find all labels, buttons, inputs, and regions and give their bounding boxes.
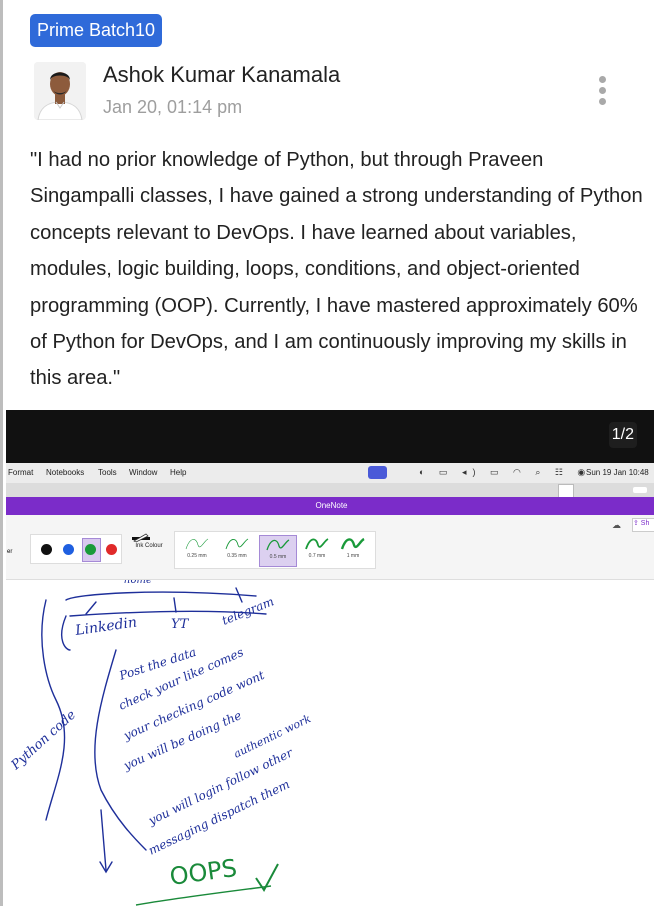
post-date: Jan 20, 01:14 pm — [103, 97, 243, 117]
image-counter: 1/2 — [608, 422, 637, 448]
svg-text:OOPS: OOPS — [168, 854, 239, 891]
svg-text:Linkedin: Linkedin — [73, 614, 138, 639]
sidebar-icon — [558, 484, 574, 498]
pen-red — [106, 544, 117, 555]
menu-format: Format — [8, 468, 34, 477]
menu-help: Help — [170, 468, 187, 477]
screen-share-icon — [368, 466, 387, 479]
svg-text:Python code: Python code — [8, 707, 79, 773]
avatar[interactable] — [34, 62, 86, 120]
author-name[interactable]: Ashok Kumar Kanamala — [103, 62, 340, 88]
svg-text:YT: YT — [171, 617, 190, 632]
menubar-clock: Sun 19 Jan 10:48 — [586, 468, 649, 477]
thickness-05: 0.5 mm — [259, 535, 297, 567]
window-chrome — [6, 483, 654, 498]
handwritten-notes: home Linkedin YT telegram Python code Po… — [8, 580, 313, 906]
ink-colour-label: Ink Colour — [135, 543, 163, 549]
ink-colour-icon — [132, 529, 150, 543]
post-card: Prime Batch10 Ashok Kumar Kanamala Jan 2… — [0, 0, 654, 906]
thickness-07: 0.7 mm — [299, 535, 335, 565]
menu-notebooks: Notebooks — [46, 468, 85, 477]
thickness-025: 0.25 mm — [179, 535, 215, 565]
share-icon: ⇪ Sh — [632, 518, 654, 532]
batch-badge: Prime Batch10 — [30, 14, 163, 47]
pen-black — [41, 544, 52, 555]
sync-icon: ☁ — [612, 520, 621, 530]
avatar-image — [34, 62, 86, 120]
media-carousel[interactable]: 1/2 Format Notebooks Tools Window Help ◐… — [6, 410, 654, 906]
draw-toolbar: er Ink Colour 0.25 mm 0.35 mm 0.5 mm 0.7 — [6, 515, 654, 580]
toolbar-edge-label: er — [7, 549, 13, 555]
menu-tools: Tools — [98, 468, 117, 477]
review-text: "I had no prior knowledge of Python, but… — [30, 149, 643, 390]
window-control-icon — [633, 487, 647, 493]
pen-blue — [63, 544, 74, 555]
svg-text:home: home — [124, 580, 152, 586]
more-options-icon[interactable] — [591, 76, 613, 108]
thickness-035: 0.35 mm — [219, 535, 255, 565]
screenshot-image: Format Notebooks Tools Window Help ◐ ▭ ◂… — [6, 463, 654, 906]
pen-green — [85, 544, 96, 555]
onenote-title: OneNote — [6, 497, 654, 515]
thickness-picker: 0.25 mm 0.35 mm 0.5 mm 0.7 mm 1 mm — [174, 531, 376, 569]
mac-menubar: Format Notebooks Tools Window Help ◐ ▭ ◂… — [6, 463, 654, 483]
system-status-icons: ◐ ▭ ◂) ▭ ◠ ⌕ ☷ ◉ — [419, 467, 592, 477]
pen-palette — [30, 534, 122, 564]
svg-text:telegram: telegram — [220, 594, 276, 628]
menu-window: Window — [129, 468, 158, 477]
thickness-1: 1 mm — [335, 535, 371, 565]
